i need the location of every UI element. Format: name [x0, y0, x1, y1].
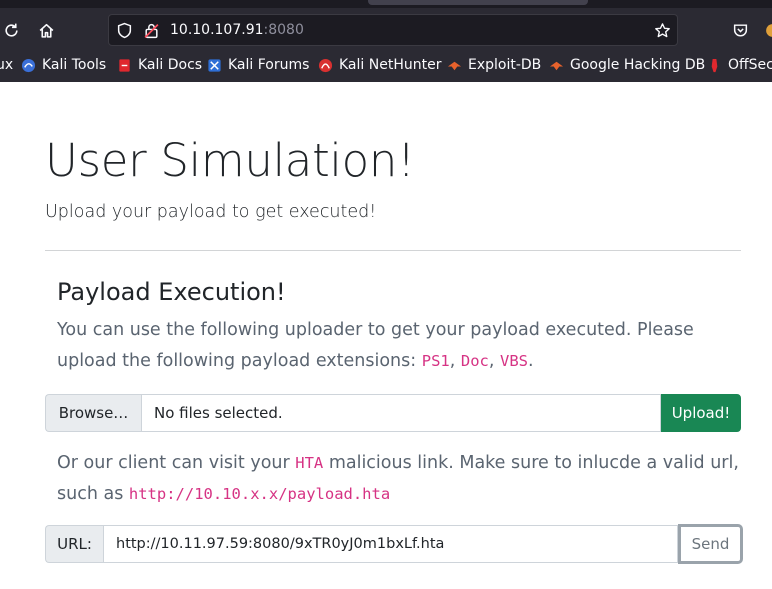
offsec-icon	[711, 58, 718, 72]
bookmark-label: Kali Tools	[42, 57, 107, 73]
ext-ps1: PS1	[421, 352, 450, 370]
extension-icon	[765, 23, 772, 37]
code-example-url: http://10.10.x.x/payload.hta	[128, 485, 391, 503]
kali-tools-icon	[21, 58, 36, 72]
kali-docs-icon	[119, 58, 130, 72]
kali-nethunter-icon	[318, 58, 333, 72]
ext-doc: Doc	[460, 352, 489, 370]
bookmark-offsec[interactable]: OffSec	[707, 57, 772, 73]
bookmark-label: Google Hacking DB	[570, 57, 706, 73]
code-hta: HTA	[295, 454, 324, 472]
upload-form: Browse… No files selected. Upload!	[45, 394, 741, 432]
separator: ,	[488, 351, 501, 371]
url-label: URL:	[45, 525, 103, 563]
bookmark-kali-nethunter[interactable]: Kali NetHunter	[318, 57, 441, 73]
bookmark-exploit-db[interactable]: Exploit-DB	[447, 57, 541, 73]
insecure-lock-icon[interactable]	[143, 22, 160, 39]
url-text[interactable]: 10.10.107.91:8080	[170, 22, 304, 38]
bookmark-star-icon[interactable]	[654, 22, 671, 39]
bookmark-label: Kali Forums	[228, 57, 310, 73]
bookmark-item[interactable]: ux	[0, 57, 13, 73]
url-description: Or our client can visit your HTA malicio…	[57, 448, 747, 510]
active-tab[interactable]	[368, 0, 588, 5]
para-end: .	[528, 351, 534, 371]
para-text: You can use the following uploader to ge…	[57, 320, 694, 371]
url-port: :8080	[263, 22, 304, 38]
separator: ,	[449, 351, 461, 371]
tab-strip	[0, 0, 772, 8]
bookmark-label: ux	[0, 57, 14, 73]
send-button[interactable]: Send	[678, 524, 743, 564]
url-input[interactable]	[103, 525, 678, 563]
ext-vbs: VBS	[500, 352, 529, 370]
exploit-db-icon	[447, 61, 462, 70]
bookmark-kali-docs[interactable]: Kali Docs	[117, 57, 202, 73]
bookmark-label: Kali NetHunter	[339, 57, 442, 73]
extension-button[interactable]	[757, 15, 772, 45]
section-title: Payload Execution!	[57, 278, 286, 306]
para-text: Or our client can visit your	[57, 453, 296, 473]
uploader-description: You can use the following uploader to ge…	[57, 315, 747, 377]
ghdb-icon	[549, 61, 564, 70]
reload-button[interactable]	[0, 15, 26, 45]
reload-icon	[4, 23, 18, 37]
shield-icon[interactable]	[116, 22, 133, 39]
browser-chrome: 10.10.107.91:8080 ux Kali Tools Kali Doc…	[0, 0, 772, 82]
upload-button[interactable]: Upload!	[661, 394, 741, 432]
url-form: URL: Send	[45, 524, 743, 564]
file-input-status[interactable]: No files selected.	[141, 394, 661, 432]
bookmark-kali-tools[interactable]: Kali Tools	[21, 57, 106, 73]
browse-button[interactable]: Browse…	[45, 394, 141, 432]
bookmark-label: Kali Docs	[138, 57, 203, 73]
bookmark-kali-forums[interactable]: Kali Forums	[207, 57, 309, 73]
page-lead: Upload your payload to get executed!	[45, 202, 377, 222]
bookmark-label: OffSec	[728, 57, 772, 73]
url-host: 10.10.107.91	[170, 22, 264, 38]
bookmark-google-hacking-db[interactable]: Google Hacking DB	[549, 57, 705, 73]
pocket-icon	[733, 23, 747, 37]
home-icon	[39, 23, 53, 38]
page-content: User Simulation! Upload your payload to …	[0, 82, 772, 589]
bookmark-label: Exploit-DB	[468, 57, 542, 73]
page-title: User Simulation!	[45, 134, 415, 187]
home-button[interactable]	[31, 15, 61, 45]
pocket-button[interactable]	[725, 15, 755, 45]
bookmarks-toolbar: ux Kali Tools Kali Docs Kali Forums Kali…	[0, 53, 772, 80]
divider	[45, 250, 741, 251]
address-bar[interactable]: 10.10.107.91:8080	[108, 14, 678, 46]
kali-forums-icon	[208, 58, 221, 72]
